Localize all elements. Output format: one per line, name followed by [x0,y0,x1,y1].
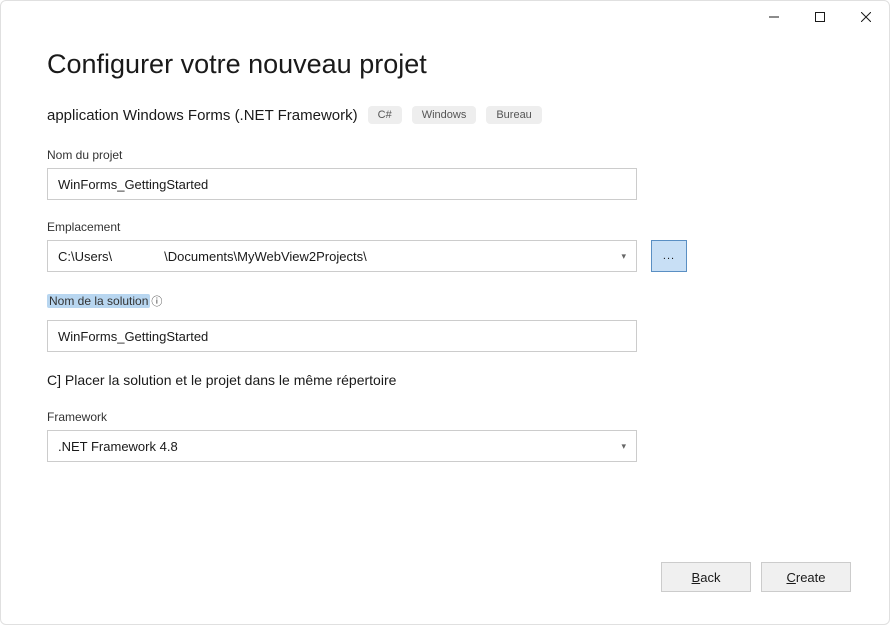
page-title: Configurer votre nouveau projet [47,49,843,80]
tag-csharp: C# [368,106,402,124]
framework-value: .NET Framework 4.8 [58,439,178,454]
tag-desktop: Bureau [486,106,541,124]
location-label: Emplacement [47,220,843,234]
chevron-down-icon: ▾ [621,251,626,262]
info-icon: ⓘ [151,296,162,308]
close-button[interactable] [843,1,889,33]
create-button[interactable]: Create [761,562,851,592]
solution-name-input[interactable] [47,320,637,352]
location-value-part2: \Documents\MyWebView2Projects\ [164,249,367,264]
tag-windows: Windows [412,106,477,124]
framework-label: Framework [47,410,843,424]
project-name-label: Nom du projet [47,148,843,162]
chevron-down-icon: ▾ [621,441,626,452]
project-name-input[interactable] [47,168,637,200]
minimize-button[interactable] [751,1,797,33]
same-directory-checkbox[interactable]: C] Placer la solution et le projet dans … [47,372,843,388]
location-input[interactable]: C:\Users\ \Documents\MyWebView2Projects\… [47,240,637,272]
location-value-part1: C:\Users\ [58,249,112,264]
template-name: application Windows Forms (.NET Framewor… [47,107,358,124]
framework-select[interactable]: .NET Framework 4.8 ▾ [47,430,637,462]
solution-name-label: Nom de la solution [47,294,150,308]
maximize-button[interactable] [797,1,843,33]
back-button[interactable]: Back [661,562,751,592]
browse-button[interactable]: ... [651,240,687,272]
